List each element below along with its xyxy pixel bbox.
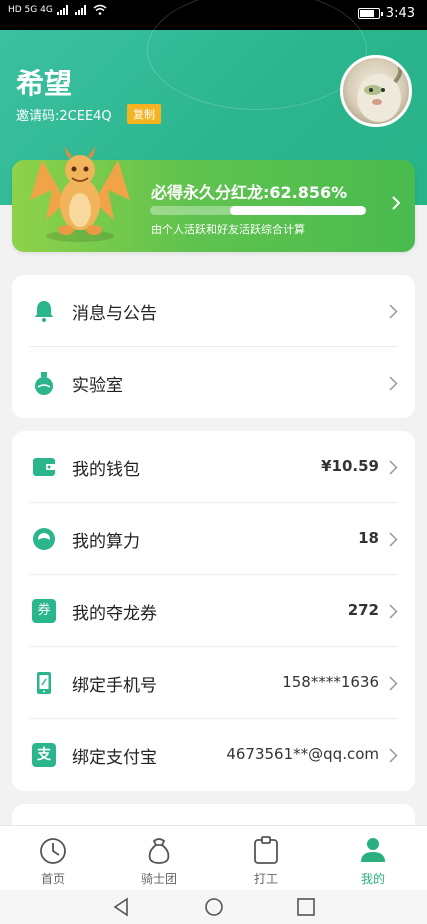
menu-item-label: 我的算力 <box>72 532 140 552</box>
dragon-icon <box>30 146 130 242</box>
chevron-right-icon <box>389 676 398 691</box>
menu-item-power[interactable]: 我的算力 18 <box>12 503 415 575</box>
menu-item-messages[interactable]: 消息与公告 <box>12 275 415 347</box>
clock: 3:43 <box>385 6 415 21</box>
power-value: 18 <box>358 529 379 547</box>
recents-icon[interactable] <box>295 896 317 918</box>
tab-work[interactable]: 打工 <box>213 826 319 891</box>
alipay-icon: 支 <box>32 743 56 767</box>
chevron-right-icon[interactable] <box>389 195 403 211</box>
menu-item-alipay[interactable]: 支 绑定支付宝 4673561**@qq.com <box>12 719 415 791</box>
coupon-count: 272 <box>347 601 379 619</box>
dragon-title: 必得永久分红龙:62.856% <box>151 183 348 202</box>
back-icon[interactable] <box>111 896 133 918</box>
username: 希望 <box>16 67 73 100</box>
wallet-icon <box>33 458 55 476</box>
menu-item-label: 我的钱包 <box>72 460 140 480</box>
chevron-right-icon <box>389 604 398 619</box>
menu-item-label: 我的夺龙券 <box>72 604 157 624</box>
tab-home[interactable]: 首页 <box>0 826 106 891</box>
network-indicators: HD 5G 4G <box>8 4 107 15</box>
coupon-icon: 券 <box>32 599 56 623</box>
menu-item-label: 绑定手机号 <box>72 676 157 696</box>
phone-icon <box>37 672 51 694</box>
menu-card-account: 我的钱包 ¥10.59 我的算力 18 券 我的夺龙券 272 绑定手机号 15… <box>12 431 415 791</box>
power-icon <box>33 528 55 550</box>
phone-value: 158****1636 <box>282 673 379 691</box>
home-button-icon[interactable] <box>203 896 225 918</box>
copy-button[interactable]: 复制 <box>127 104 161 124</box>
chevron-right-icon <box>389 460 398 475</box>
header-decoration <box>147 0 367 110</box>
dragon-progress-fill <box>229 206 366 215</box>
home-icon <box>40 838 66 864</box>
network-text: HD 5G 4G <box>8 4 53 15</box>
chevron-right-icon <box>389 748 398 763</box>
menu-item-lab[interactable]: 实验室 <box>12 347 415 419</box>
menu-item-label: 消息与公告 <box>72 304 157 324</box>
signal-icon-2 <box>74 4 86 15</box>
status-right: 3:43 <box>357 6 415 21</box>
signal-icon <box>56 4 68 15</box>
menu-item-coupon[interactable]: 券 我的夺龙券 272 <box>12 575 415 647</box>
clipboard-icon <box>254 836 278 864</box>
avatar[interactable] <box>340 55 412 127</box>
bell-icon <box>35 301 53 322</box>
dragon-subtitle: 由个人活跃和好友活跃综合计算 <box>151 223 305 236</box>
flask-icon <box>35 372 53 395</box>
menu-item-label: 绑定支付宝 <box>72 748 157 768</box>
tab-label: 打工 <box>253 872 278 886</box>
dragon-progress-bar <box>150 206 366 215</box>
menu-card-general: 消息与公告 实验室 <box>12 275 415 418</box>
battery-icon <box>357 8 383 19</box>
menu-item-phone[interactable]: 绑定手机号 158****1636 <box>12 647 415 719</box>
chevron-right-icon <box>389 532 398 547</box>
tab-me[interactable]: 我的 <box>320 826 426 891</box>
alipay-value: 4673561**@qq.com <box>226 745 379 763</box>
tab-label: 我的 <box>360 872 385 886</box>
wifi-icon <box>93 4 107 15</box>
menu-item-wallet[interactable]: 我的钱包 ¥10.59 <box>12 431 415 503</box>
wallet-balance: ¥10.59 <box>321 457 379 475</box>
tab-knights[interactable]: 骑士团 <box>106 826 212 891</box>
invite-code: 邀请码:2CEE4Q <box>16 109 112 124</box>
tab-label: 骑士团 <box>140 872 177 886</box>
bag-icon <box>148 838 170 864</box>
menu-item-label: 实验室 <box>72 376 123 396</box>
tab-label: 首页 <box>40 872 65 886</box>
chevron-right-icon <box>389 376 398 391</box>
chevron-right-icon <box>389 304 398 319</box>
bottom-tab-bar: 首页 骑士团 打工 我的 <box>0 825 427 890</box>
user-icon <box>361 838 385 862</box>
system-nav-bar <box>0 890 427 924</box>
